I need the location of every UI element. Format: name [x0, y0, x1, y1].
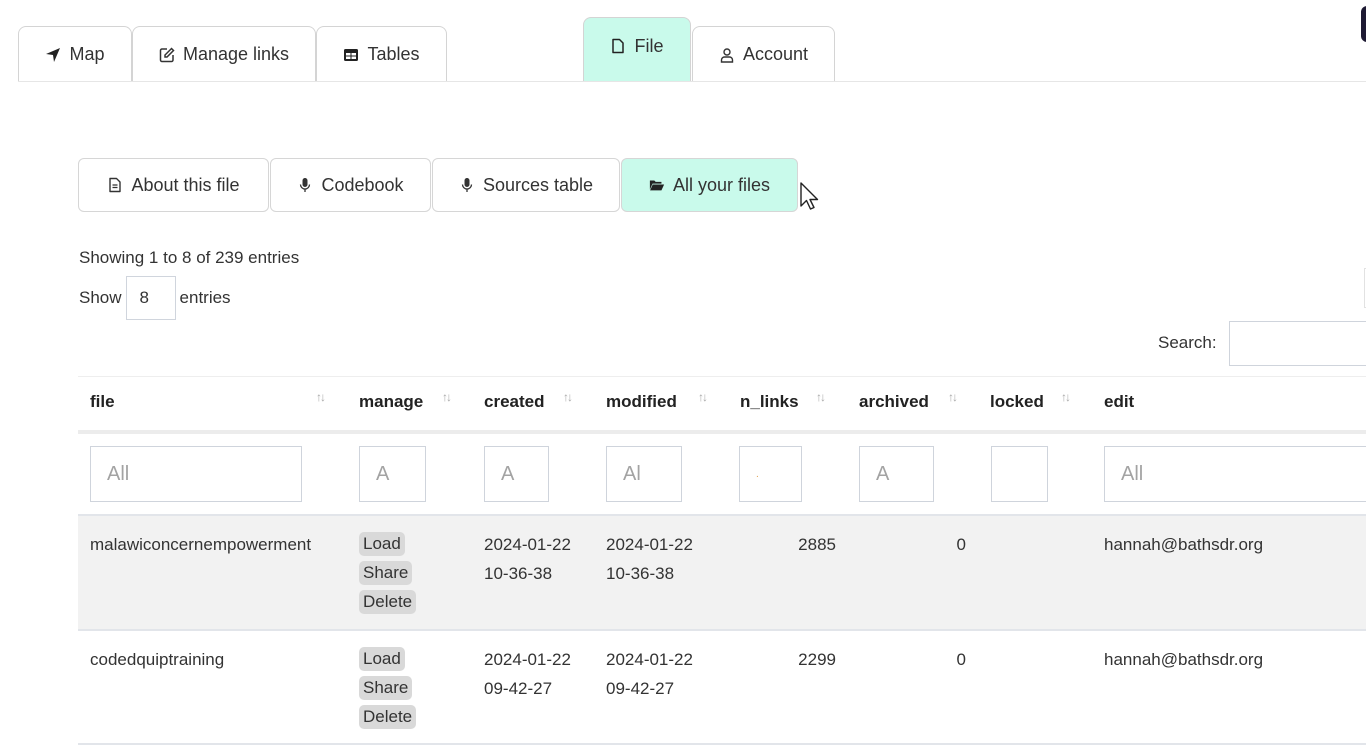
entries-label: entries: [179, 288, 231, 307]
microphone-icon: [461, 178, 473, 192]
modified-time: 10-36-38: [606, 564, 675, 583]
tab-account[interactable]: Account: [692, 26, 835, 82]
edit-icon: [159, 46, 175, 62]
created-time: 09-42-27: [484, 679, 553, 698]
share-button[interactable]: Share: [359, 561, 413, 585]
sort-icon[interactable]: ↑↓: [816, 390, 826, 404]
tab-label: Manage links: [182, 44, 290, 64]
cell-created: 2024-01-22 09-42-27: [484, 645, 571, 703]
file-icon: [612, 38, 625, 54]
subtab-all-your-files[interactable]: All your files: [621, 158, 798, 212]
column-header-locked[interactable]: locked: [990, 392, 1044, 412]
tab-manage-links[interactable]: Manage links: [132, 26, 316, 82]
filter-locked[interactable]: [991, 446, 1048, 502]
subtab-about-this-file[interactable]: About this file: [78, 158, 269, 212]
sort-icon[interactable]: ↑↓: [698, 390, 708, 404]
tab-label: File: [634, 35, 664, 56]
user-icon: [720, 47, 734, 63]
column-header-created[interactable]: created: [484, 392, 544, 412]
cell-file: codedquiptraining: [90, 650, 225, 669]
column-header-file[interactable]: file: [90, 392, 115, 412]
location-arrow-icon: [46, 47, 61, 62]
table-row: codedquiptraining Load Share Delete 2024…: [78, 631, 1366, 744]
tab-map[interactable]: Map: [18, 26, 132, 82]
share-button[interactable]: Share: [359, 676, 413, 700]
page-length-value: 8: [139, 288, 149, 307]
tab-label: Account: [742, 44, 809, 64]
cell-archived: 0: [956, 650, 966, 669]
column-header-modified[interactable]: modified: [606, 392, 677, 412]
cell-n-links: 2885: [798, 535, 836, 554]
subtab-codebook[interactable]: Codebook: [270, 158, 431, 212]
subtab-label: Sources table: [482, 174, 594, 195]
sort-icon[interactable]: ↑↓: [442, 390, 452, 404]
filter-manage[interactable]: A: [359, 446, 426, 502]
microphone-icon: [300, 178, 311, 192]
filter-n-links[interactable]: .: [739, 446, 802, 502]
created-time: 10-36-38: [484, 564, 553, 583]
search-label: Search:: [1158, 333, 1217, 352]
subtab-label: All your files: [672, 174, 771, 195]
cell-file: malawiconcernempowerment: [90, 535, 312, 554]
folder-open-icon: [649, 180, 665, 191]
tab-tables[interactable]: Tables: [316, 26, 447, 82]
created-date: 2024-01-22: [484, 650, 571, 669]
filter-file[interactable]: All: [90, 446, 302, 502]
subtab-label: About this file: [131, 174, 240, 195]
sort-icon[interactable]: ↑↓: [1061, 390, 1071, 404]
cell-archived: 0: [956, 535, 966, 554]
table-info: Showing 1 to 8 of 239 entries: [79, 248, 300, 267]
subtab-label: Codebook: [321, 174, 404, 195]
header-divider: [78, 430, 1366, 434]
tab-label: Tables: [367, 44, 420, 64]
cell-modified: 2024-01-22 10-36-38: [606, 530, 693, 588]
filter-edit[interactable]: All: [1104, 446, 1366, 502]
filter-modified[interactable]: Al: [606, 446, 682, 502]
tab-label: Map: [69, 44, 105, 64]
show-label: Show: [79, 288, 122, 307]
column-header-edit: edit: [1104, 392, 1135, 411]
filter-created[interactable]: A: [484, 446, 549, 502]
column-header-n-links[interactable]: n_links: [740, 392, 799, 412]
created-date: 2024-01-22: [484, 535, 571, 554]
search-input[interactable]: [1229, 321, 1366, 366]
table-icon: [344, 48, 359, 61]
column-header-manage[interactable]: manage: [359, 392, 423, 412]
modified-date: 2024-01-22: [606, 535, 693, 554]
sort-icon[interactable]: ↑↓: [948, 390, 958, 404]
tab-bar-divider: [18, 81, 1366, 82]
delete-button[interactable]: Delete: [359, 590, 417, 614]
load-button[interactable]: Load: [359, 532, 405, 556]
page-length-select[interactable]: 8: [125, 276, 176, 320]
cell-modified: 2024-01-22 09-42-27: [606, 645, 693, 703]
page-length-control: Show 8 entries: [79, 276, 231, 320]
filter-archived[interactable]: A: [859, 446, 934, 502]
cell-created: 2024-01-22 10-36-38: [484, 530, 571, 588]
subtab-sources-table[interactable]: Sources table: [432, 158, 620, 212]
tab-file[interactable]: File: [583, 17, 691, 82]
menu-handle[interactable]: [1361, 6, 1366, 42]
sort-icon[interactable]: ↑↓: [316, 390, 326, 404]
file-text-icon: [109, 177, 122, 193]
column-header-archived[interactable]: archived: [859, 392, 929, 412]
table-top-border: [78, 376, 1366, 377]
table-row: malawiconcernempowerment Load Share Dele…: [78, 516, 1366, 629]
modified-time: 09-42-27: [606, 679, 675, 698]
sort-icon[interactable]: ↑↓: [563, 390, 573, 404]
delete-button[interactable]: Delete: [359, 705, 417, 729]
cell-n-links: 2299: [798, 650, 836, 669]
cell-edit: hannah@bathsdr.org: [1104, 535, 1264, 554]
mouse-cursor-icon: [800, 182, 819, 210]
cell-manage: Load Share Delete: [359, 647, 417, 734]
cell-edit: hannah@bathsdr.org: [1104, 650, 1264, 669]
load-button[interactable]: Load: [359, 647, 405, 671]
cell-manage: Load Share Delete: [359, 532, 417, 619]
modified-date: 2024-01-22: [606, 650, 693, 669]
